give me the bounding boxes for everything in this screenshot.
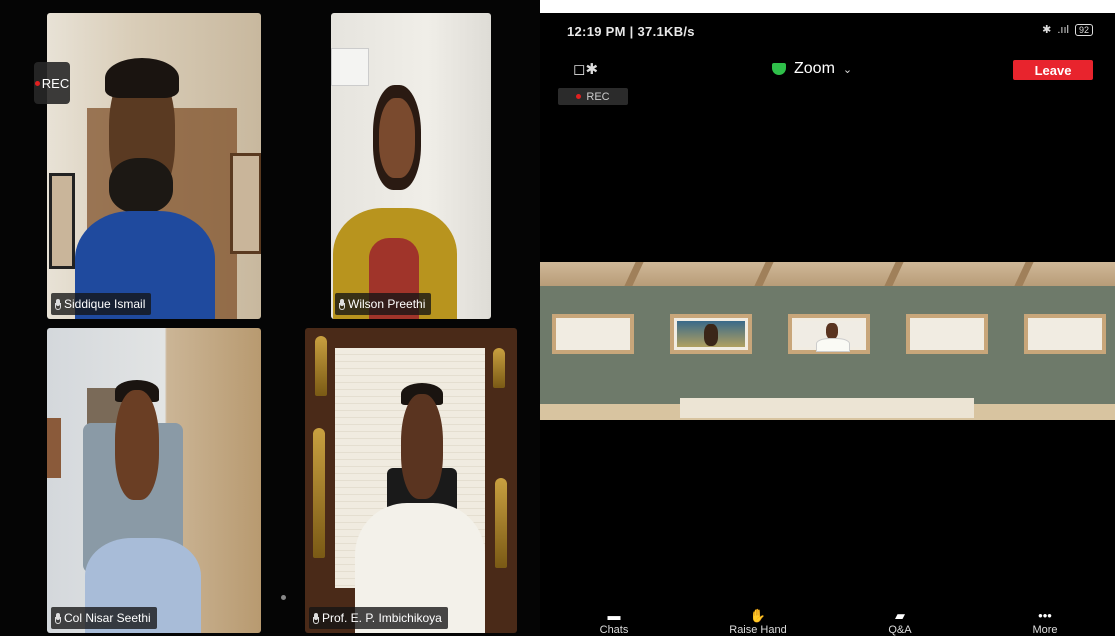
status-bar: 12:19 PM | 37.1KB/s ✱ .ııl 92 (540, 13, 1115, 49)
microphone-icon (55, 612, 61, 624)
chevron-down-icon: ⌄ (842, 63, 853, 76)
participant-name-tag: Siddique Ismail (51, 293, 152, 315)
participant-name: Prof. E. P. Imbichikoya (322, 611, 442, 625)
participant-name-tag: Wilson Preethi (335, 293, 432, 315)
desktop-gallery-view: Siddique Ismail REC Wilson Preethi Col N… (0, 0, 540, 636)
recording-indicator: REC (34, 62, 70, 104)
participant-name: Wilson Preethi (348, 297, 426, 311)
participant-frame[interactable] (788, 314, 870, 354)
recording-dot-icon (576, 94, 582, 99)
participant-name-tag: Prof. E. P. Imbichikoya (309, 607, 448, 629)
status-time: 12:19 PM | 37.1KB/s (567, 24, 695, 39)
qa-button[interactable]: ▰ Q&A (860, 609, 940, 636)
video-tile-imbichikoya[interactable]: Prof. E. P. Imbichikoya (305, 328, 517, 633)
mobile-zoom-screen: 12:19 PM | 37.1KB/s ✱ .ııl 92 ◻✱ Zoom ⌄ … (540, 13, 1115, 636)
hand-icon: ✋ (749, 608, 767, 623)
gallery-bench (680, 398, 974, 418)
chats-button[interactable]: ▬ Chats (574, 609, 654, 636)
meeting-title-dropdown[interactable]: Zoom ⌄ (772, 60, 852, 78)
battery-icon: 92 (1074, 23, 1093, 36)
bottom-toolbar: ▬ Chats ✋ Raise Hand ▰ Q&A ••• More (540, 609, 1115, 636)
recording-dot-icon (34, 80, 40, 86)
video-tile-nisar[interactable]: Col Nisar Seethi (47, 328, 261, 633)
raise-hand-button[interactable]: ✋ Raise Hand (718, 609, 798, 636)
participant-name-tag: Col Nisar Seethi (51, 607, 157, 629)
more-button[interactable]: ••• More (1005, 609, 1085, 636)
microphone-icon (313, 612, 319, 624)
page-indicator-dot (281, 595, 286, 600)
chat-icon: ▬ (607, 608, 621, 623)
participant-frame[interactable] (670, 314, 752, 354)
microphone-icon (55, 298, 61, 310)
qa-icon: ▰ (895, 608, 905, 623)
participant-name: Siddique Ismail (64, 297, 146, 311)
shield-icon (772, 63, 786, 75)
video-tile-siddique[interactable]: Siddique Ismail (47, 13, 261, 319)
empty-frame (1024, 314, 1106, 354)
microphone-icon (339, 298, 345, 310)
immersive-gallery-scene (540, 262, 1115, 420)
signal-icon: .ııl (1057, 23, 1069, 36)
meeting-title: Zoom (794, 60, 835, 77)
bluetooth-icon: ✱ (1042, 24, 1052, 36)
video-tile-wilson[interactable]: Wilson Preethi (331, 13, 491, 319)
empty-frame (906, 314, 988, 354)
speaker-bluetooth-icon[interactable]: ◻✱ (573, 60, 598, 78)
more-icon: ••• (1038, 608, 1052, 623)
participant-name: Col Nisar Seethi (64, 611, 151, 625)
empty-frame (552, 314, 634, 354)
leave-button[interactable]: Leave (1013, 60, 1093, 80)
recording-indicator: REC (558, 88, 628, 105)
status-icons: ✱ .ııl 92 (1042, 23, 1093, 36)
